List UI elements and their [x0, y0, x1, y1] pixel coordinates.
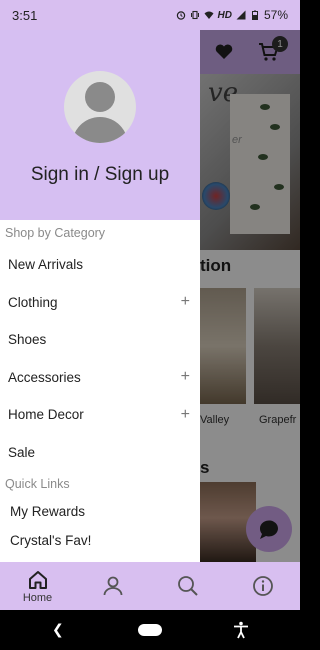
vibrate-icon	[190, 10, 199, 20]
network-label: HD	[217, 9, 232, 21]
account-icon	[103, 576, 122, 596]
quick-link-crystals-fav[interactable]: Crystal's Fav!	[0, 526, 200, 555]
menu-item-new-arrivals[interactable]: New Arrivals	[0, 246, 200, 284]
status-time: 3:51	[12, 7, 38, 23]
bottom-navigation: Home	[0, 562, 300, 610]
nav-home-label: Home	[22, 591, 53, 604]
signal-icon	[236, 10, 246, 20]
sign-in-link[interactable]: Sign in / Sign up	[0, 164, 200, 186]
home-pill[interactable]	[138, 624, 162, 636]
avatar-head	[85, 82, 115, 112]
quick-links-label: Quick Links	[5, 477, 70, 491]
expand-icon[interactable]: +	[181, 368, 190, 386]
menu-item-clothing[interactable]: Clothing +	[0, 284, 200, 322]
menu-item-sale[interactable]: Sale	[0, 434, 200, 472]
accessibility-icon[interactable]	[232, 621, 250, 639]
menu-item-label: Sale	[8, 444, 36, 460]
expand-icon[interactable]: +	[181, 293, 190, 311]
avatar-body	[72, 117, 128, 143]
navigation-drawer: Sign in / Sign up Shop by Category New A…	[0, 30, 200, 562]
home-icon	[28, 570, 47, 589]
shop-by-category-label: Shop by Category	[5, 226, 106, 240]
menu-item-home-decor[interactable]: Home Decor +	[0, 396, 200, 434]
menu-item-label: Home Decor	[8, 407, 84, 423]
system-navigation-bar: ❮	[0, 610, 300, 650]
nav-home[interactable]: Home	[0, 562, 75, 610]
expand-icon[interactable]: +	[181, 406, 190, 424]
menu-item-shoes[interactable]: Shoes	[0, 321, 200, 359]
menu-item-accessories[interactable]: Accessories +	[0, 359, 200, 397]
drawer-header: Sign in / Sign up	[0, 30, 200, 220]
nav-info[interactable]	[225, 562, 300, 610]
battery-icon	[251, 10, 258, 20]
quick-link-label: My Rewards	[10, 504, 86, 519]
quick-link-label: Crystal's Fav!	[10, 533, 92, 548]
info-icon	[252, 576, 273, 596]
back-icon[interactable]: ❮	[52, 621, 64, 638]
search-icon	[177, 576, 198, 596]
alarm-icon	[176, 11, 185, 20]
menu-item-label: Shoes	[8, 332, 47, 348]
nav-account[interactable]	[75, 562, 150, 610]
status-icons: HD 57%	[176, 8, 288, 22]
menu-item-label: Accessories	[8, 369, 81, 385]
menu-item-label: New Arrivals	[8, 257, 84, 273]
status-bar: 3:51 HD 57%	[0, 0, 300, 30]
menu-item-label: Clothing	[8, 294, 58, 310]
battery-percent: 57%	[263, 8, 288, 22]
nav-search[interactable]	[150, 562, 225, 610]
wifi-icon	[204, 11, 214, 19]
quick-link-my-rewards[interactable]: My Rewards	[0, 497, 200, 526]
avatar[interactable]	[64, 71, 136, 143]
